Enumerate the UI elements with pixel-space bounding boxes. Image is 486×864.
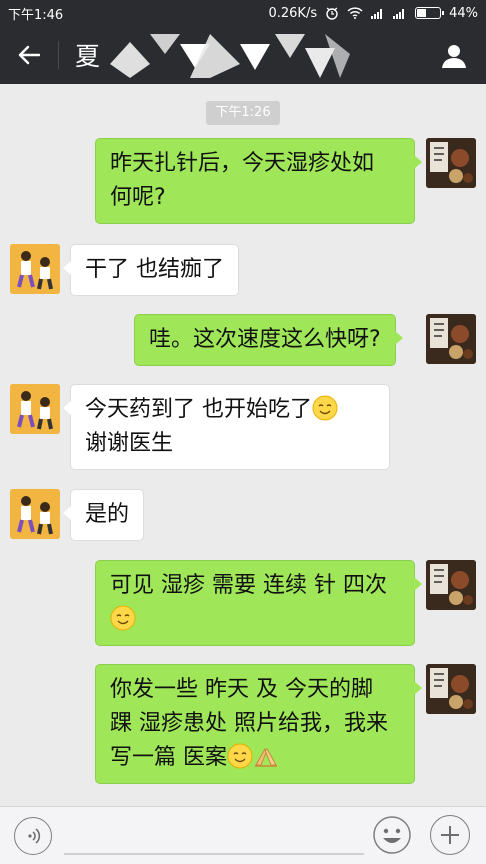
status-bar: 下午1:46 0.26K/s 44% xyxy=(0,0,486,26)
battery-icon xyxy=(415,7,445,19)
my-avatar[interactable] xyxy=(426,560,476,610)
message-bubble-received[interactable]: 今天药到了 也开始吃了 谢谢医生 xyxy=(63,384,390,470)
plus-icon xyxy=(441,826,459,844)
message-line: 写一篇 医案 xyxy=(110,745,227,770)
status-time: 下午1:46 xyxy=(8,7,64,23)
signal-icon-2 xyxy=(393,9,405,19)
my-avatar[interactable] xyxy=(426,664,476,714)
back-arrow-icon xyxy=(18,45,40,65)
network-speed: 0.26K/s xyxy=(268,5,318,21)
message-bubble-received[interactable]: 是的 xyxy=(62,489,145,541)
chat-title: 夏 xyxy=(75,42,101,71)
profile-button[interactable] xyxy=(434,36,474,76)
plus-button[interactable] xyxy=(430,815,470,855)
message-bubble-sent[interactable]: 你发一些 昨天 及 今天的脚 踝 湿疹患处 照片给我，我来 写一篇 医案 xyxy=(95,664,422,784)
message-line: 干了 也结痂了 xyxy=(85,257,224,282)
message-bubble-received[interactable]: 干了 也结痂了 xyxy=(63,244,239,296)
message-bubble-sent[interactable]: 可见 湿疹 需要 连续 针 四次 xyxy=(95,560,422,646)
contact-avatar[interactable] xyxy=(10,384,60,434)
contact-avatar[interactable] xyxy=(10,489,60,539)
message-line: 你发一些 昨天 及 今天的脚 xyxy=(110,677,373,702)
header-divider xyxy=(58,41,59,69)
message-line: 今天药到了 也开始吃了 xyxy=(85,397,312,422)
message-timestamp: 下午1:26 xyxy=(206,101,280,125)
message-bubble-sent[interactable]: 昨天扎针后，今天湿疹处如 何呢? xyxy=(95,138,422,224)
signal-icon xyxy=(371,9,383,19)
alarm-icon xyxy=(326,7,338,20)
my-avatar[interactable] xyxy=(426,314,476,364)
praying-hands-emoji-icon xyxy=(255,748,277,767)
message-line: 踝 湿疹患处 照片给我，我来 xyxy=(110,711,388,736)
voice-button[interactable] xyxy=(14,817,52,855)
message-line: 哇。这次速度这么快呀? xyxy=(149,327,381,352)
back-button[interactable] xyxy=(0,26,58,84)
chat-header: 夏 xyxy=(0,26,486,84)
chat-area[interactable]: 下午1:26 昨天扎针后，今天湿疹处如 何呢? 干了 也结痂了 哇。这次速度这么… xyxy=(0,84,486,806)
person-icon xyxy=(442,45,466,68)
my-avatar[interactable] xyxy=(426,138,476,188)
message-input[interactable] xyxy=(64,853,364,855)
emoji-button[interactable] xyxy=(372,815,412,855)
smile-emoji-icon xyxy=(110,605,136,631)
name-redaction-blur xyxy=(110,34,350,78)
smiley-icon xyxy=(373,816,411,854)
wifi-icon xyxy=(347,7,363,19)
message-line: 昨天扎针后，今天湿疹处如 xyxy=(110,151,375,176)
smile-emoji-icon xyxy=(227,743,253,769)
smile-emoji-icon xyxy=(312,395,338,421)
contact-avatar[interactable] xyxy=(10,244,60,294)
message-line: 何呢? xyxy=(110,185,166,210)
message-line: 谢谢医生 xyxy=(85,431,174,456)
input-bar xyxy=(0,806,486,864)
message-bubble-sent[interactable]: 哇。这次速度这么快呀? xyxy=(134,314,403,366)
battery-percent: 44% xyxy=(449,5,478,21)
message-line: 可见 湿疹 需要 连续 针 四次 xyxy=(110,573,387,598)
message-line: 是的 xyxy=(85,502,130,527)
voice-icon xyxy=(28,828,41,844)
